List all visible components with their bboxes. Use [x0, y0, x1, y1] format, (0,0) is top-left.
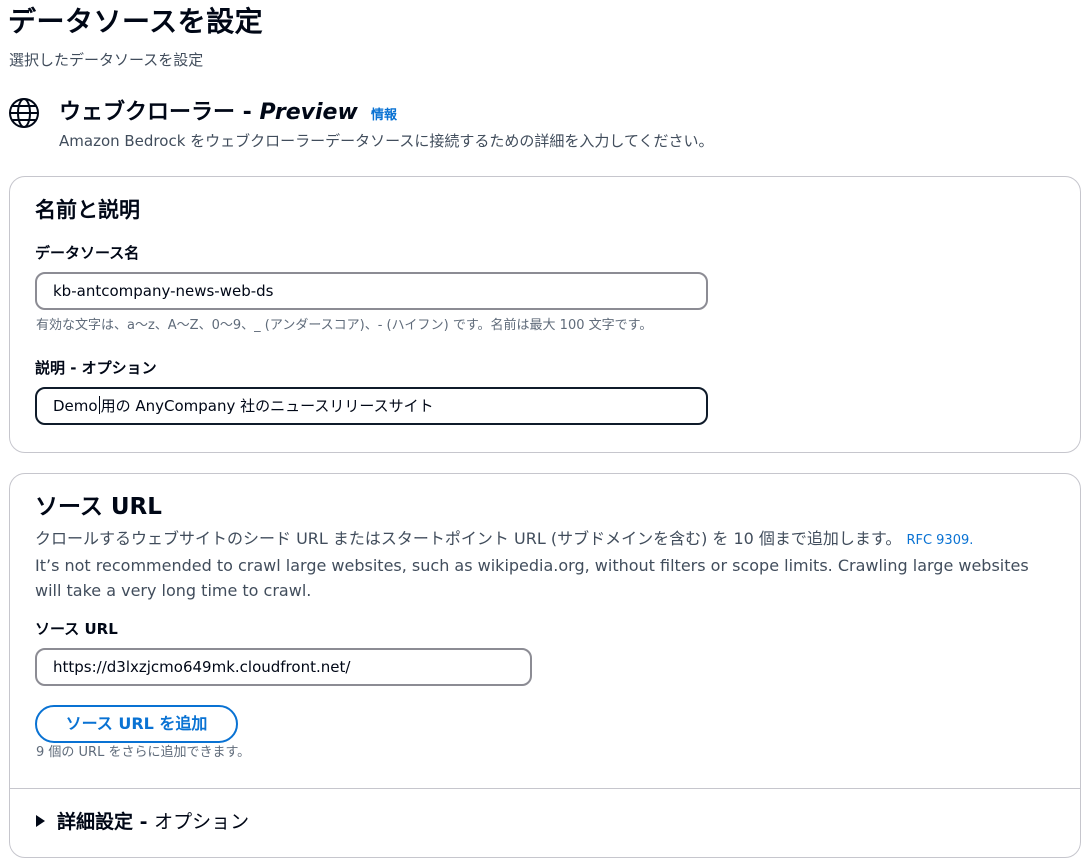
advanced-settings-label-bold: 詳細設定 - — [57, 811, 155, 833]
text-caret — [98, 396, 100, 414]
add-source-url-button[interactable]: ソース URL を追加 — [35, 705, 238, 743]
source-url-description-text: クロールするウェブサイトのシード URL またはスタートポイント URL (サブ… — [35, 529, 902, 548]
page-title: データソースを設定 — [8, 5, 264, 38]
source-url-input[interactable]: https://d3lxzjcmo649mk.cloudfront.net/ — [35, 648, 532, 686]
source-url-label: ソース URL — [35, 620, 118, 638]
crawler-title-preview: Preview — [259, 100, 358, 125]
source-url-heading: ソース URL — [35, 494, 162, 520]
configure-data-source-page: データソースを設定 選択したデータソースを設定 ウェブクローラー - Previ… — [0, 0, 1089, 866]
description-label: 説明 - オプション — [35, 359, 157, 377]
divider — [10, 788, 1080, 789]
description-text-before-caret: Demo — [53, 397, 98, 415]
crawl-warning: It’s not recommended to crawl large webs… — [35, 556, 1029, 600]
page-subtitle: 選択したデータソースを設定 — [9, 51, 204, 69]
crawler-description: Amazon Bedrock をウェブクローラーデータソースに接続するための詳細… — [59, 132, 714, 150]
description-input[interactable]: Demo 用の AnyCompany 社のニュースリリースサイト — [35, 387, 708, 425]
rfc-link[interactable]: RFC 9309. — [906, 533, 973, 548]
name-section-heading: 名前と説明 — [35, 198, 140, 222]
data-source-name-hint: 有効な文字は、a～z、A～Z、0～9、_ (アンダースコア)、- (ハイフン) … — [36, 318, 653, 333]
data-source-name-label: データソース名 — [35, 244, 140, 262]
description-text-after-caret: 用の AnyCompany 社のニュースリリースサイト — [100, 397, 434, 415]
crawler-title-main: ウェブクローラー - — [59, 100, 260, 125]
advanced-settings-expander[interactable]: 詳細設定 - オプション — [36, 807, 249, 837]
source-url-card: ソース URL クロールするウェブサイトのシード URL またはスタートポイント… — [9, 473, 1081, 858]
info-link[interactable]: 情報 — [371, 107, 397, 125]
crawler-title: ウェブクローラー - Preview — [59, 96, 358, 130]
advanced-settings-label-optional: オプション — [154, 811, 250, 833]
name-description-card: 名前と説明 データソース名 kb-antcompany-news-web-ds … — [9, 176, 1081, 453]
data-source-name-input[interactable]: kb-antcompany-news-web-ds — [35, 272, 708, 310]
add-url-hint: 9 個の URL をさらに追加できます。 — [36, 745, 251, 760]
caret-right-icon — [36, 815, 45, 827]
globe-icon — [9, 98, 39, 128]
source-url-description: クロールするウェブサイトのシード URL またはスタートポイント URL (サブ… — [35, 526, 1060, 603]
